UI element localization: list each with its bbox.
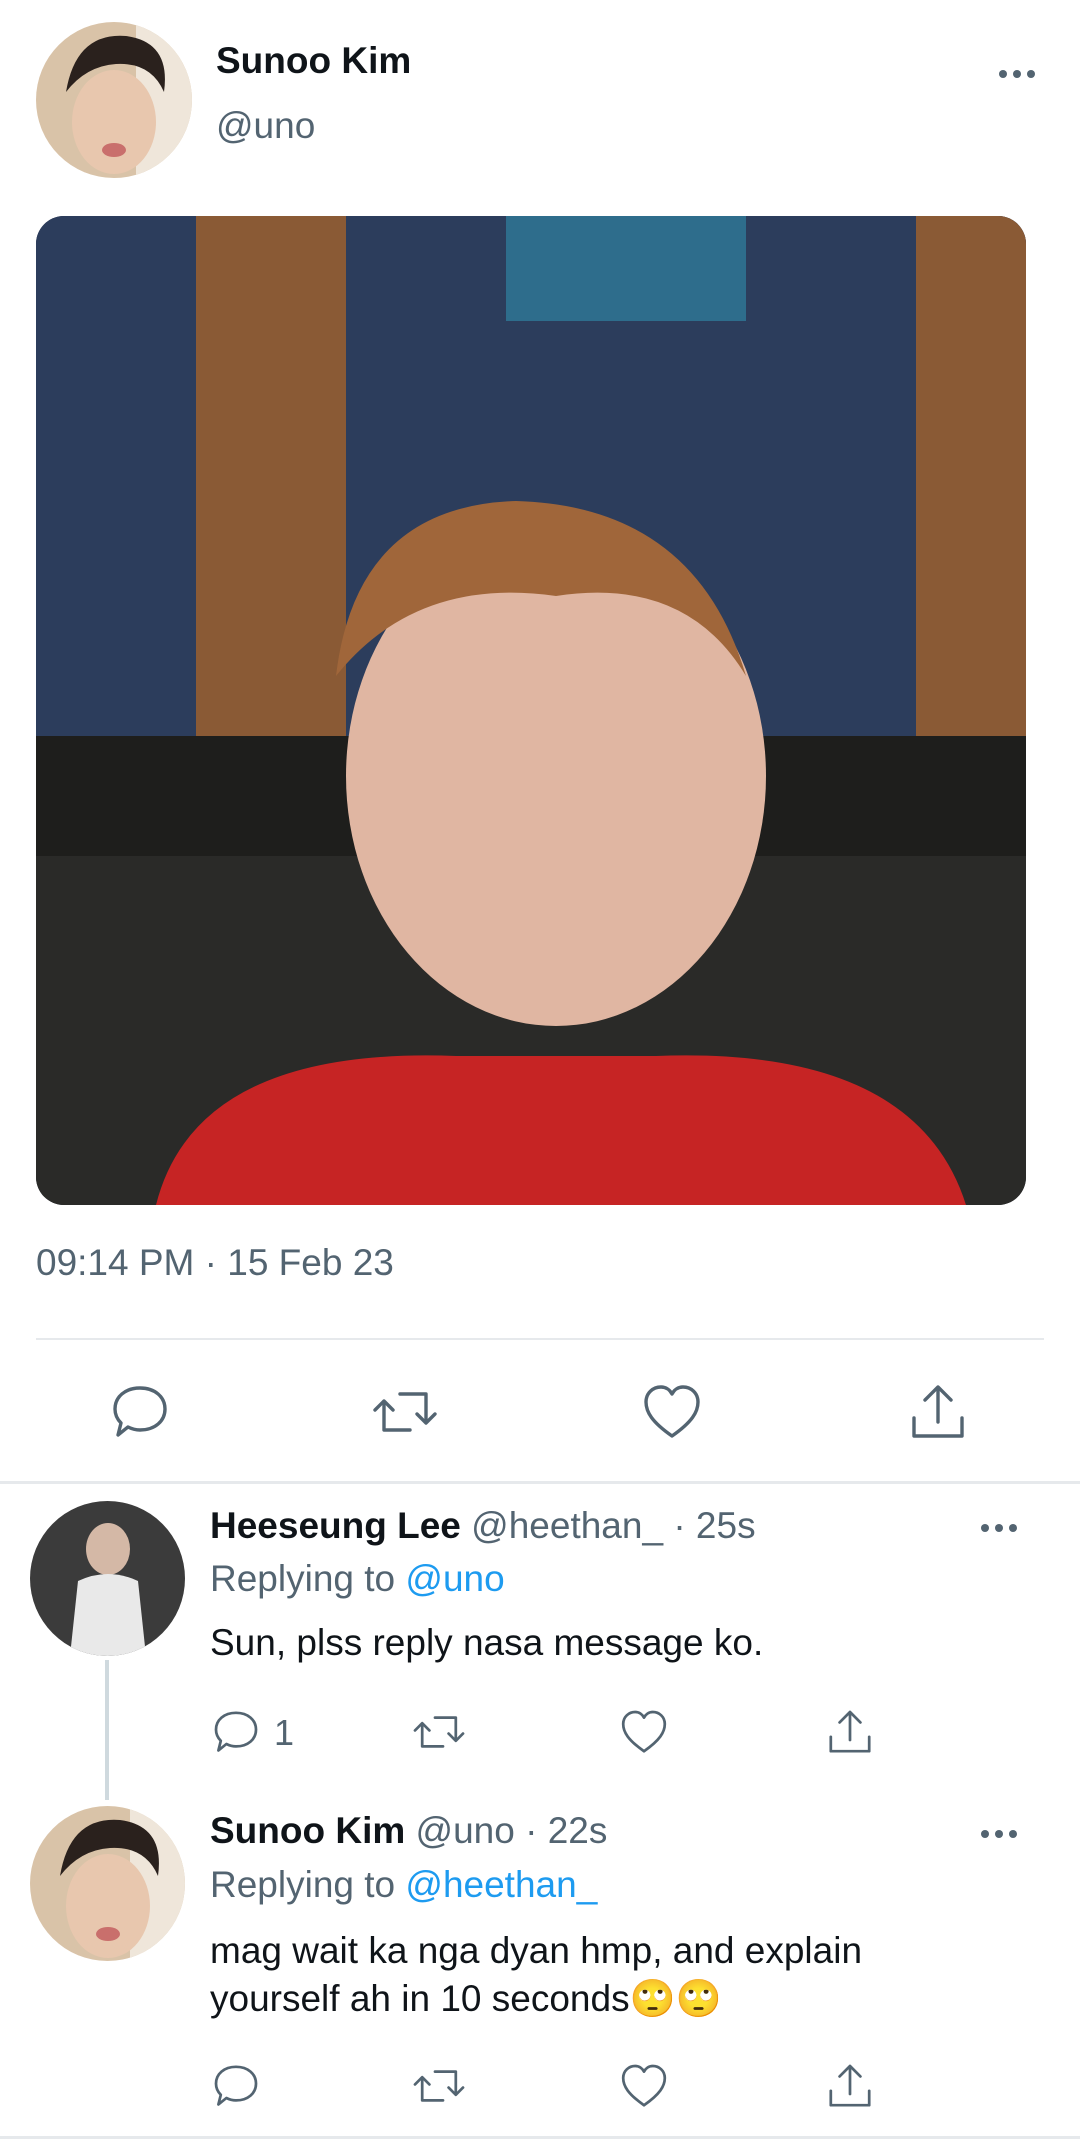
reply-text: yourself ah in 10 seconds (210, 1978, 630, 2019)
reply-header: Sunoo Kim @uno · 22s (210, 1810, 607, 1852)
share-icon[interactable] (826, 1708, 874, 1756)
reply-avatar[interactable] (30, 1806, 185, 1961)
replying-to-handle[interactable]: @uno (405, 1558, 504, 1599)
share-icon[interactable] (826, 2062, 874, 2110)
reply-header: Heeseung Lee @heethan_ · 25s (210, 1505, 756, 1547)
reply-icon[interactable] (110, 1382, 170, 1442)
replying-to-label: Replying to (210, 1864, 406, 1905)
more-icon[interactable] (999, 70, 1035, 78)
more-icon[interactable] (981, 1830, 1017, 1838)
tweet-timestamp: 09:14 PM · 15 Feb 23 (36, 1242, 394, 1283)
reply-author-meta[interactable]: @uno · 22s (416, 1810, 608, 1851)
thread-line (105, 1660, 109, 1800)
author-handle[interactable]: @uno (216, 105, 315, 147)
eye-roll-emoji: 🙄🙄 (629, 1978, 722, 2019)
reply-author-name[interactable]: Heeseung Lee (210, 1505, 461, 1546)
tweet-image[interactable] (36, 216, 1026, 1205)
retweet-icon[interactable] (412, 1708, 466, 1756)
like-icon[interactable] (642, 1382, 702, 1442)
reply-text-line-2: yourself ah in 10 seconds🙄🙄 (210, 1978, 722, 2021)
share-icon[interactable] (908, 1382, 968, 1442)
more-icon[interactable] (981, 1524, 1017, 1532)
retweet-icon[interactable] (372, 1382, 438, 1442)
reply-count: 1 (274, 1712, 295, 1753)
author-avatar[interactable] (36, 22, 192, 178)
divider (36, 1338, 1044, 1340)
reply-icon[interactable] (212, 1708, 260, 1756)
replying-to-handle[interactable]: @heethan_ (405, 1864, 597, 1905)
retweet-icon[interactable] (412, 2062, 466, 2110)
reply-avatar[interactable] (30, 1501, 185, 1656)
reply-author-name[interactable]: Sunoo Kim (210, 1810, 405, 1851)
reply-author-meta[interactable]: @heethan_ · 25s (471, 1505, 755, 1546)
replying-to-label: Replying to (210, 1558, 406, 1599)
reply-text: Sun, plss reply nasa message ko. (210, 1622, 764, 1663)
reply-text-line-1: mag wait ka nga dyan hmp, and explain (210, 1930, 863, 1971)
like-icon[interactable] (620, 1708, 668, 1756)
reply-icon[interactable] (212, 2062, 260, 2110)
section-divider (0, 1481, 1080, 1484)
like-icon[interactable] (620, 2062, 668, 2110)
replying-to: Replying to @uno (210, 1558, 505, 1600)
replying-to: Replying to @heethan_ (210, 1864, 597, 1906)
author-name[interactable]: Sunoo Kim (216, 40, 411, 82)
